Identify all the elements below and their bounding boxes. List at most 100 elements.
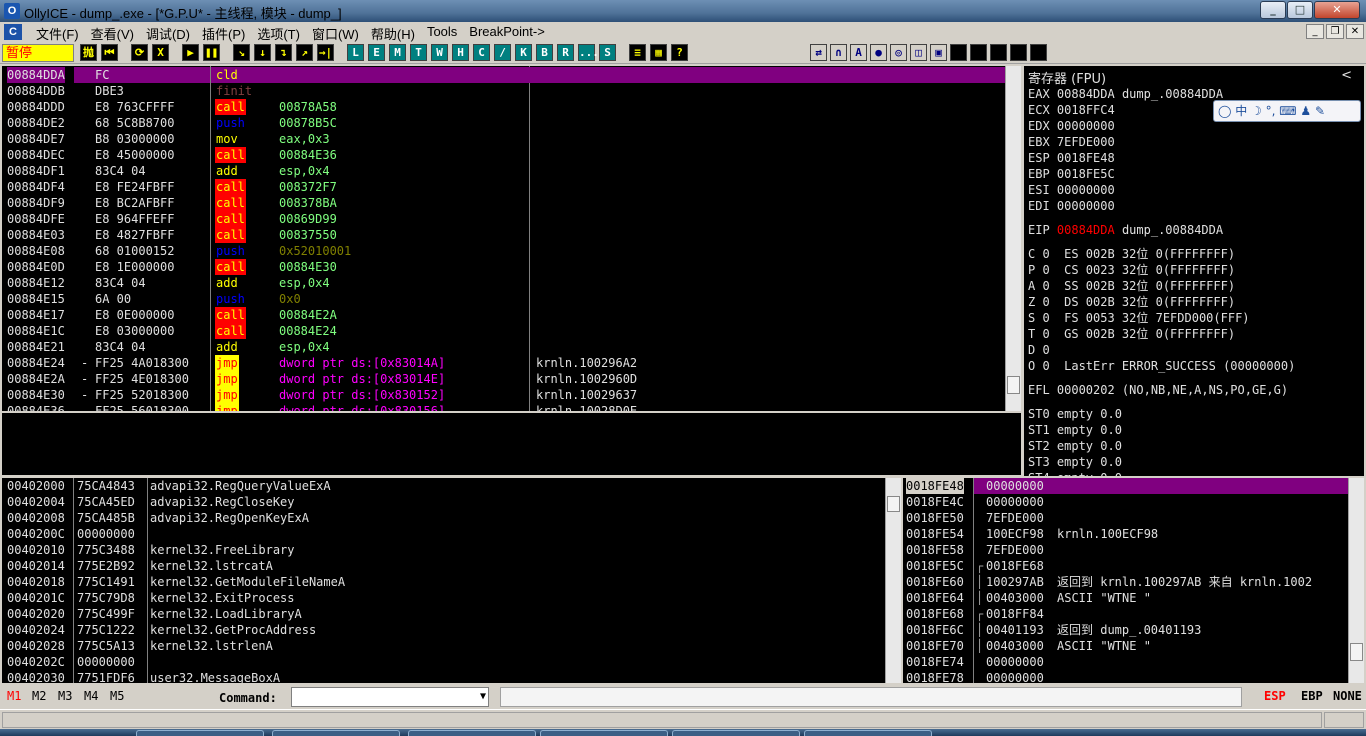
disasm-row[interactable]: 00884E0D E8 1E000000 call 00884E30 [2,259,1005,275]
menu-window[interactable]: 窗口(W) [306,24,365,43]
macro-m2[interactable]: M2 [32,689,46,703]
register-value[interactable]: 00000000 [1057,119,1115,133]
stack-row[interactable]: 0018FE64 │ 00403000 ASCII "WTNE " [903,590,1348,606]
taskbar-button[interactable] [672,730,800,736]
fpu-row[interactable]: ST2 empty 0.0 [1028,438,1122,454]
dump-scrollbar[interactable] [885,478,901,683]
menu-breakpoint[interactable]: BreakPoint-> [463,24,551,43]
flag-row[interactable]: P 0 CS 0023 32位 0(FFFFFFFF) [1028,262,1235,278]
fpu-row[interactable]: ST0 empty 0.0 [1028,406,1122,422]
dump-row[interactable]: 0040202C 00000000 [2,654,885,670]
stack-row[interactable]: 0018FE6C │ 00401193 返回到 dump_.00401193 [903,622,1348,638]
register-row[interactable]: EBX 7EFDE000 [1028,134,1122,150]
toolbar-right-button[interactable]: ◫ [910,44,927,61]
stack-pane[interactable]: 0018FE48 00000000 0018FE4C 00000000 0018FE50… [903,478,1348,683]
toolbar-step-into-button[interactable]: ↘ [233,44,250,61]
toolbar-breakpoints-button[interactable]: B [536,44,553,61]
toolbar-blank-button[interactable] [1030,44,1047,61]
register-row[interactable]: ECX 0018FFC4 [1028,102,1122,118]
toolbar-right-button[interactable]: ▣ [930,44,947,61]
disasm-row[interactable]: 00884E36 - FF25 56018300 jmp dword ptr ds:[0… [2,403,1005,411]
macro-m3[interactable]: M3 [58,689,72,703]
flag-row[interactable]: Z 0 DS 002B 32位 0(FFFFFFFF) [1028,294,1235,310]
toolbar-windows-button[interactable]: W [431,44,448,61]
menu-options[interactable]: 选项(T) [251,24,306,43]
memory-dump-pane[interactable]: 00402000 75CA4843 advapi32.RegQueryValueEx… [2,478,885,683]
flag-row[interactable]: A 0 SS 002B 32位 0(FFFFFFFF) [1028,278,1235,294]
toolbar-memory-map-button[interactable]: M [389,44,406,61]
disasm-row[interactable]: 00884DFE E8 964FFEFF call 00869D99 [2,211,1005,227]
toolbar-right-button[interactable]: ● [870,44,887,61]
menu-debug[interactable]: 调试(D) [140,24,196,43]
stack-row[interactable]: 0018FE60 │ 100297AB 返回到 krnln.100297AB 来自 k… [903,574,1348,590]
close-button[interactable]: ✕ [1314,1,1360,19]
register-row[interactable]: EAX 00884DDA dump_.00884DDA [1028,86,1223,102]
toolbar-right-button[interactable]: ⇄ [810,44,827,61]
taskbar-button[interactable] [540,730,668,736]
mdi-close-button[interactable]: ✕ [1346,24,1364,39]
disasm-row[interactable]: 00884DE7 B8 03000000 mov eax,0x3 [2,131,1005,147]
dump-row[interactable]: 00402024 775C1222 kernel32.GetProcAddress [2,622,885,638]
reg-ebp-toggle[interactable]: EBP [1301,689,1323,703]
dump-row[interactable]: 00402008 75CA485B advapi32.RegOpenKeyExA [2,510,885,526]
toolbar-threads-button[interactable]: T [410,44,427,61]
stack-row[interactable]: 0018FE54 100ECF98 krnln.100ECF98 [903,526,1348,542]
toolbar-patches-button[interactable]: / [494,44,511,61]
register-value[interactable]: 00884DDA [1057,223,1115,237]
dump-row[interactable]: 00402030 7751FDF6 user32.MessageBoxA [2,670,885,683]
dump-row[interactable]: 00402010 775C3488 kernel32.FreeLibrary [2,542,885,558]
toolbar-source-button[interactable]: S [599,44,616,61]
disasm-row[interactable]: 00884DDB DBE3 finit [2,83,1005,99]
register-row[interactable]: EBP 0018FE5C [1028,166,1122,182]
dump-row[interactable]: 00402018 775C1491 kernel32.GetModuleFileNa… [2,574,885,590]
stack-scrollbar[interactable] [1348,478,1364,683]
toolbar-blank-button[interactable] [1010,44,1027,61]
mdi-child-icon[interactable]: C [4,24,22,40]
toolbar-cpu-button[interactable]: C [473,44,490,61]
scroll-thumb[interactable] [1350,643,1363,661]
toolbar-call-stack-button[interactable]: K [515,44,532,61]
maximize-button[interactable]: □ [1287,1,1313,19]
menu-tools[interactable]: Tools [421,24,463,43]
stack-row[interactable]: 0018FE78 00000000 [903,670,1348,683]
stack-row[interactable]: 0018FE4C 00000000 [903,494,1348,510]
efl-row[interactable]: EFL 00000202 (NO,NB,NE,A,NS,PO,GE,G) [1028,382,1288,398]
disasm-row[interactable]: 00884E21 83C4 04 add esp,0x4 [2,339,1005,355]
scroll-thumb[interactable] [887,496,900,512]
toolbar-till-return-button[interactable]: →| [317,44,334,61]
reg-esp-toggle[interactable]: ESP [1264,689,1286,703]
menu-file[interactable]: 文件(F) [30,24,85,43]
disasm-row[interactable]: 00884E1C E8 03000000 call 00884E24 [2,323,1005,339]
ime-toolbar[interactable]: ◯ 中 ☽ °, ⌨ ♟ ✎ [1213,100,1361,122]
stack-row[interactable]: 0018FE74 00000000 [903,654,1348,670]
disasm-row[interactable]: 00884DDD E8 763CFFFF call 00878A58 [2,99,1005,115]
toolbar-blank-button[interactable] [990,44,1007,61]
flag-row[interactable]: D 0 [1028,342,1050,358]
menu-view[interactable]: 查看(V) [85,24,140,43]
disasm-row[interactable]: 00884E30 - FF25 52018300 jmp dword ptr ds:[0… [2,387,1005,403]
fpu-row[interactable]: ST3 empty 0.0 [1028,454,1122,470]
flag-row[interactable]: C 0 ES 002B 32位 0(FFFFFFFF) [1028,246,1235,262]
register-value[interactable]: 0018FFC4 [1057,103,1115,117]
flag-row[interactable]: T 0 GS 002B 32位 0(FFFFFFFF) [1028,326,1235,342]
toolbar-right-button[interactable]: ∩ [830,44,847,61]
dump-row[interactable]: 00402014 775E2B92 kernel32.lstrcatA [2,558,885,574]
toolbar-log-button[interactable]: L [347,44,364,61]
toolbar-references-button[interactable]: R [557,44,574,61]
mdi-restore-button[interactable]: ❐ [1326,24,1344,39]
disasm-row[interactable]: 00884E2A - FF25 4E018300 jmp dword ptr ds:[0… [2,371,1005,387]
dump-row[interactable]: 00402000 75CA4843 advapi32.RegQueryValueEx… [2,478,885,494]
toolbar-restart-button[interactable]: ⏮ [101,44,118,61]
disasm-row[interactable]: 00884E24 - FF25 4A018300 jmp dword ptr ds:[0… [2,355,1005,371]
registers-header[interactable]: 寄存器 (FPU) < [1028,68,1358,87]
stack-row[interactable]: 0018FE50 7EFDE000 [903,510,1348,526]
toolbar-handles-button[interactable]: H [452,44,469,61]
minimize-button[interactable]: _ [1260,1,1286,19]
disasm-row[interactable]: 00884E15 6A 00 push 0x0 [2,291,1005,307]
toolbar-help-button[interactable]: ? [671,44,688,61]
menu-plugins[interactable]: 插件(P) [196,24,251,43]
scroll-thumb[interactable] [1007,376,1020,394]
disasm-row[interactable]: 00884E08 68 01000152 push 0x52010001 [2,243,1005,259]
menu-help[interactable]: 帮助(H) [365,24,421,43]
toolbar-step-over-button[interactable]: ↓ [254,44,271,61]
